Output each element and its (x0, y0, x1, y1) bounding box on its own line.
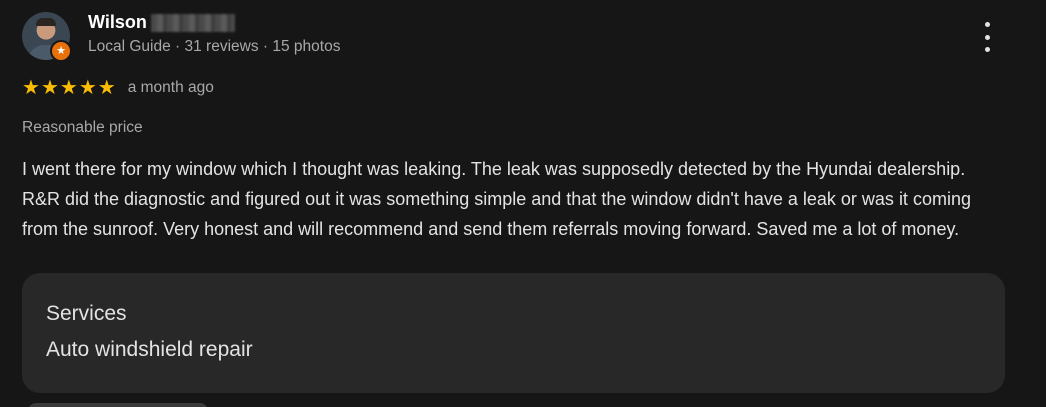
review-text: I went there for my window which I thoug… (22, 159, 971, 239)
next-element-cutoff (28, 403, 208, 407)
reviewer-avatar[interactable]: ★ (22, 12, 72, 62)
reviewer-name[interactable]: Wilson (88, 12, 235, 33)
star-icon: ★ (59, 77, 78, 99)
redacted-surname (150, 13, 235, 32)
review-time: a month ago (127, 79, 214, 96)
star-rating: ★ ★ ★ ★ ★ (22, 78, 116, 98)
star-icon: ★ (78, 77, 97, 99)
services-value: Auto windshield repair (46, 338, 253, 361)
more-options-icon[interactable] (976, 22, 998, 52)
star-icon: ★ (22, 77, 40, 99)
services-title: Services (46, 302, 127, 325)
star-icon: ★ (40, 77, 59, 99)
services-card: Services Auto windshield repair (22, 273, 1005, 393)
reviewer-name-text: Wilson (88, 12, 147, 32)
review-tag: Reasonable price (22, 119, 143, 136)
review-card: ★ Wilson Local Guide · 31 reviews · 15 p… (0, 0, 1046, 407)
rating-row: ★ ★ ★ ★ ★ a month ago (22, 78, 214, 98)
star-icon: ★ (97, 77, 116, 99)
local-guide-star-icon: ★ (50, 40, 72, 62)
reviewer-meta[interactable]: Local Guide · 31 reviews · 15 photos (88, 38, 340, 56)
